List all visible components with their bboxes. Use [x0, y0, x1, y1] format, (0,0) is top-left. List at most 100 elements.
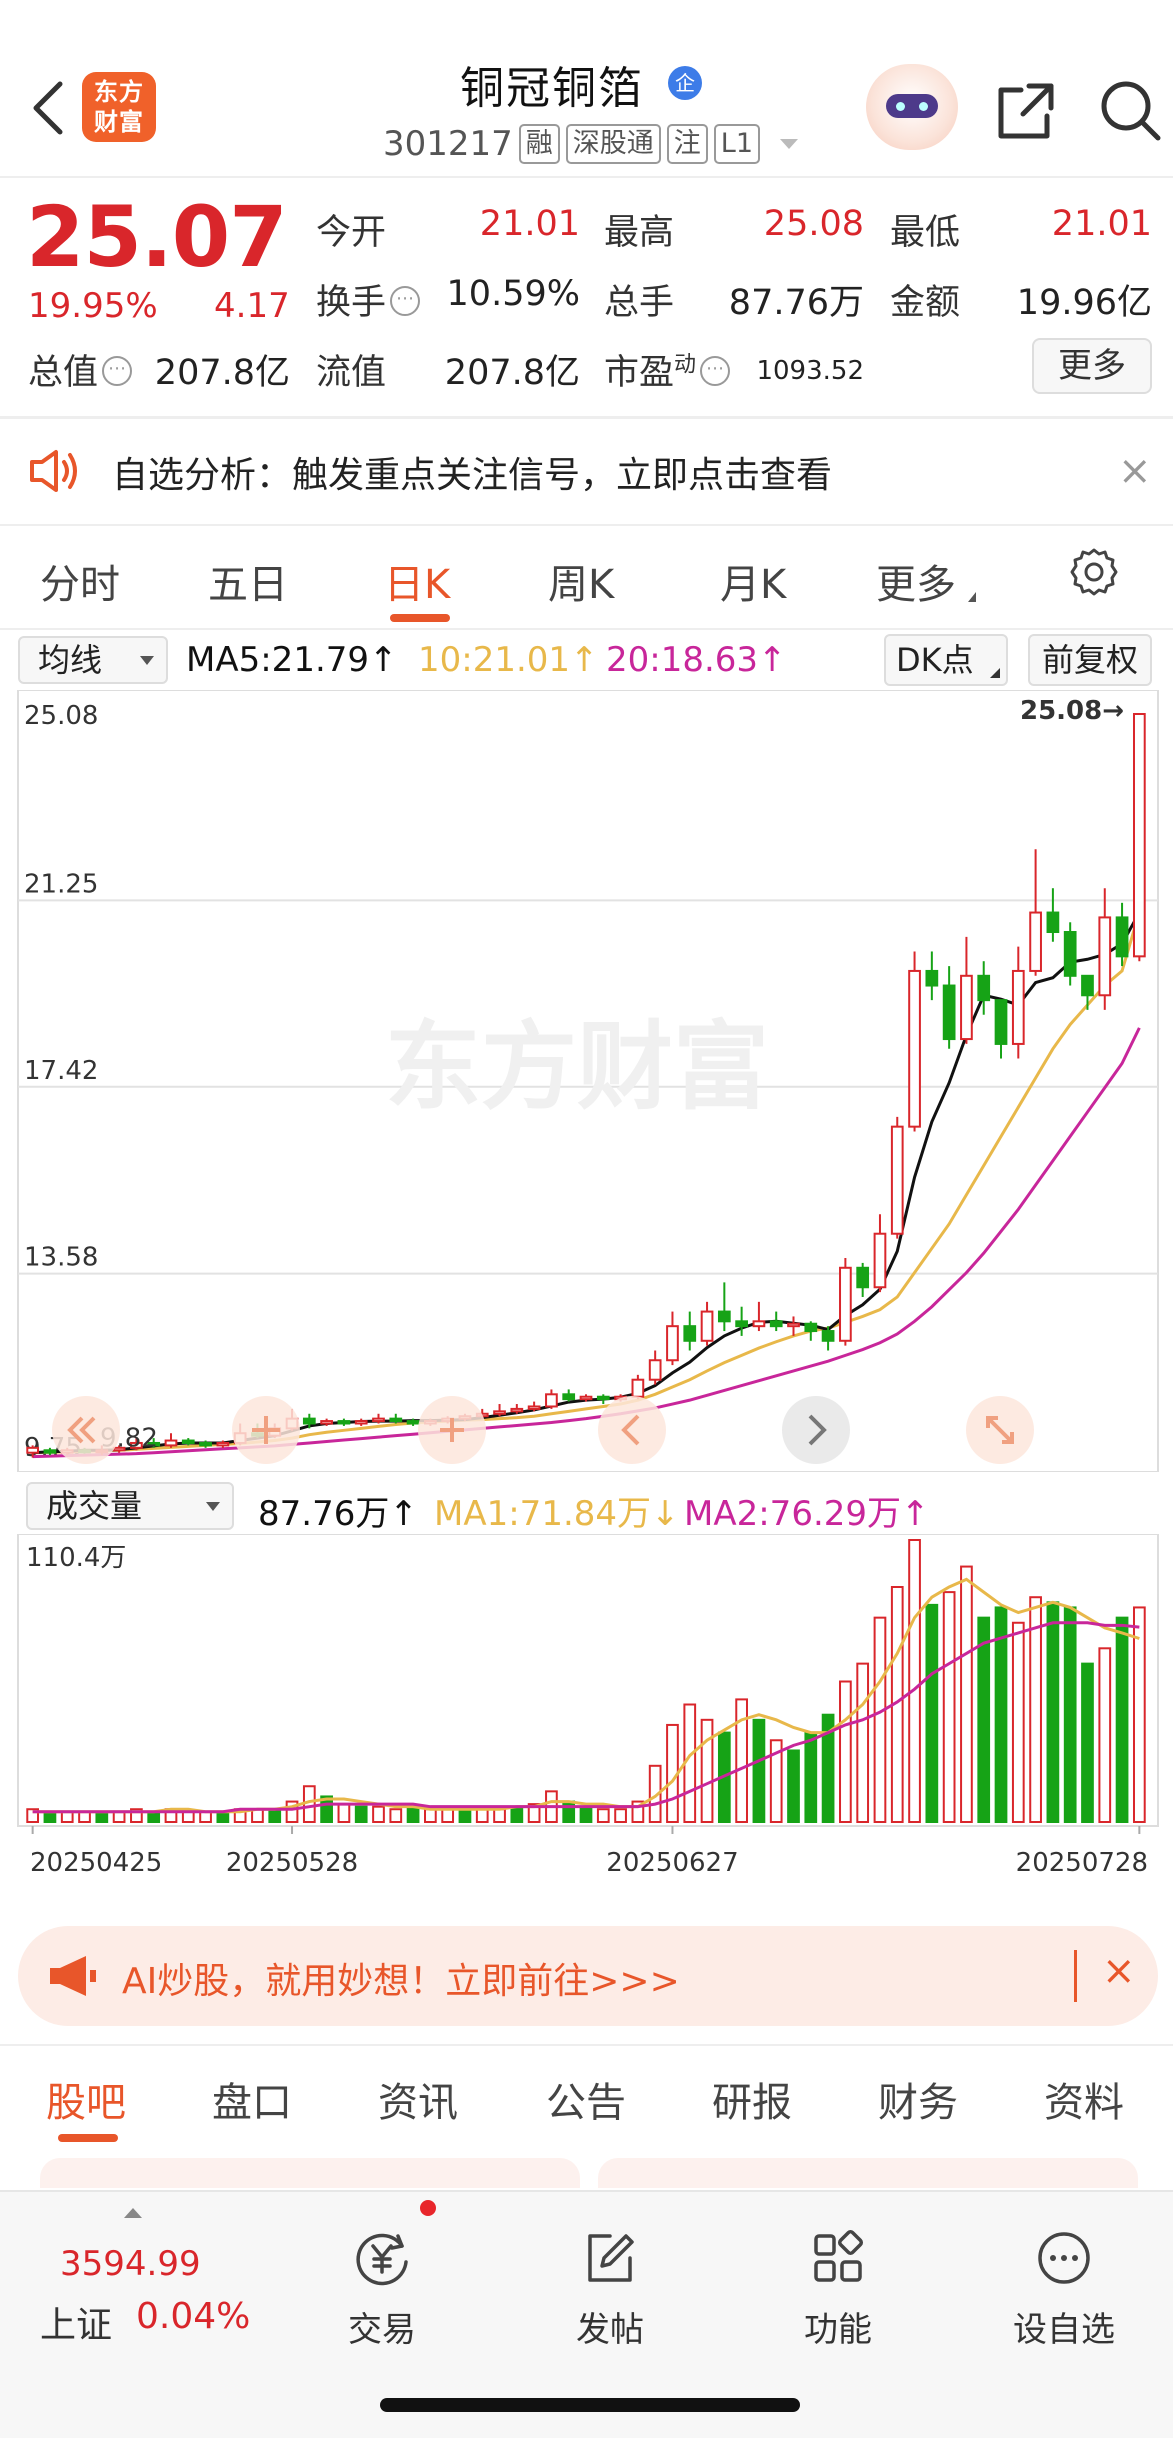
tag-shenzhen-connect: 深股通	[565, 124, 661, 164]
candle-body	[1011, 969, 1025, 1045]
nav-add-watchlist[interactable]: 设自选	[994, 2208, 1134, 2351]
candle-body	[181, 1439, 195, 1444]
volume-bar	[337, 1803, 351, 1824]
amount-value: 19.96亿	[1016, 283, 1152, 323]
candle-body	[925, 969, 939, 987]
caret-icon	[960, 592, 976, 602]
low-value: 21.01	[1051, 204, 1152, 244]
gear-icon[interactable]	[1068, 546, 1120, 598]
search-icon[interactable]	[1098, 78, 1162, 142]
candle-body	[579, 1395, 593, 1401]
stock-code: 301217	[383, 124, 513, 164]
info-icon[interactable]: ⋯	[700, 356, 731, 386]
scroll-right-icon[interactable]	[782, 1396, 850, 1464]
volume-bar	[856, 1662, 870, 1823]
tab-orderbook[interactable]: 盘口	[212, 2070, 292, 2128]
volume-bar	[424, 1808, 437, 1824]
mktcap-label: 总值 ⋯	[28, 344, 133, 395]
candle-body	[26, 1446, 40, 1454]
adjust-select[interactable]: 前复权	[1028, 634, 1152, 686]
index-value[interactable]: 3594.99	[60, 2244, 201, 2284]
candle-body	[406, 1420, 420, 1425]
tab-research[interactable]: 研报	[712, 2070, 792, 2128]
volume-bar	[1081, 1662, 1094, 1823]
close-icon[interactable]: ×	[1102, 1948, 1136, 1994]
dk-point-select[interactable]: DK点	[884, 634, 1008, 686]
candle-body	[648, 1359, 662, 1381]
zoom-in-plus-icon[interactable]	[418, 1396, 486, 1464]
app-logo: 东方 财富	[82, 72, 156, 142]
volume-max-label: 110.4万	[26, 1543, 126, 1573]
info-icon[interactable]: ⋯	[102, 356, 133, 386]
zoom-out-icon[interactable]	[52, 1396, 120, 1464]
index-name[interactable]: 上证	[40, 2296, 112, 2348]
vol-ma2-value: MA2:76.29万↑	[684, 1494, 930, 1534]
tab-announcements[interactable]: 公告	[546, 2070, 626, 2128]
candle-body	[908, 969, 921, 1128]
high-label: 最高	[604, 213, 675, 253]
caret-icon	[990, 668, 1000, 678]
nav-functions[interactable]: 功能	[768, 2208, 908, 2351]
turnover-value: 10.59%	[446, 274, 580, 314]
y-tick-label: 21.25	[24, 869, 98, 899]
close-icon[interactable]: ×	[1118, 448, 1152, 494]
nav-trade-label: 交易	[348, 2310, 416, 2350]
candle-body	[717, 1310, 731, 1323]
tab-finance[interactable]: 财务	[878, 2070, 958, 2128]
volume-bar	[510, 1805, 524, 1824]
tab-guba[interactable]: 股吧	[46, 2070, 126, 2128]
volume-bar	[389, 1808, 403, 1824]
tab-profile[interactable]: 资料	[1044, 2070, 1124, 2128]
ma10-value: 10:21.01↑	[418, 640, 599, 680]
watermark: 东方财富	[385, 1011, 769, 1123]
tab-intraday[interactable]: 分时	[40, 552, 120, 610]
tab-weekly-k[interactable]: 周K	[548, 552, 614, 610]
nav-post[interactable]: 发帖	[540, 2208, 680, 2351]
volume-value: 87.76万	[728, 283, 864, 323]
ai-banner[interactable]: AI炒股，就用妙想！立即前往>>> ×	[18, 1926, 1158, 2026]
tab-five-day[interactable]: 五日	[208, 552, 288, 610]
stock-code-line[interactable]: 301217 融 深股通 注 L1	[383, 124, 799, 164]
volume-bar	[268, 1808, 282, 1824]
volume-chart[interactable]: 110.4万 20250425 20250528 20250627 20250728	[0, 1534, 1173, 1914]
tab-news[interactable]: 资讯	[378, 2070, 458, 2128]
tab-more[interactable]: 更多	[876, 552, 976, 610]
candle-body	[1098, 916, 1112, 997]
candlestick-chart[interactable]: 25.0821.2517.4213.589.75 东方财富 25.08→9.82	[0, 690, 1173, 1472]
share-icon[interactable]	[995, 80, 1057, 142]
volume-bar	[1115, 1616, 1129, 1823]
tab-daily-k[interactable]: 日K	[384, 552, 450, 610]
volume-bar	[493, 1808, 506, 1824]
x-tick-label: 20250627	[606, 1848, 738, 1878]
volume-bar	[1046, 1601, 1060, 1824]
back-arrow-icon[interactable]	[28, 78, 68, 138]
candle-body	[337, 1420, 351, 1425]
candle-body	[43, 1449, 57, 1454]
enterprise-badge-icon: 企	[668, 66, 702, 100]
fullscreen-icon[interactable]	[966, 1396, 1034, 1464]
nav-functions-label: 功能	[804, 2310, 872, 2350]
candle-body	[960, 974, 973, 1041]
float-label: 流值	[316, 353, 387, 393]
nav-trade[interactable]: 交易	[312, 2208, 452, 2351]
index-percent[interactable]: 0.04%	[136, 2296, 250, 2337]
more-quote-button[interactable]: 更多	[1032, 338, 1152, 394]
candle-body	[302, 1417, 316, 1425]
nav-add-watchlist-label: 设自选	[1013, 2310, 1115, 2350]
volume-value-label: 87.76万↑	[258, 1494, 418, 1534]
candle-body	[769, 1320, 783, 1328]
candle-body	[890, 1125, 904, 1235]
volume-indicator-select[interactable]: 成交量	[26, 1482, 234, 1530]
scroll-left-icon[interactable]	[598, 1396, 666, 1464]
max-price-label: 25.08→	[1020, 696, 1124, 726]
volume-bar	[787, 1749, 800, 1823]
candle-body	[856, 1266, 870, 1289]
ai-assistant-avatar-icon[interactable]	[866, 64, 958, 150]
zoom-in-icon[interactable]	[232, 1396, 300, 1464]
candle-body	[666, 1325, 679, 1362]
indicator-select[interactable]: 均线	[18, 636, 168, 684]
candle-body	[372, 1417, 385, 1423]
info-icon[interactable]: ⋯	[390, 286, 421, 316]
candle-body	[839, 1266, 852, 1342]
tab-monthly-k[interactable]: 月K	[720, 552, 786, 610]
